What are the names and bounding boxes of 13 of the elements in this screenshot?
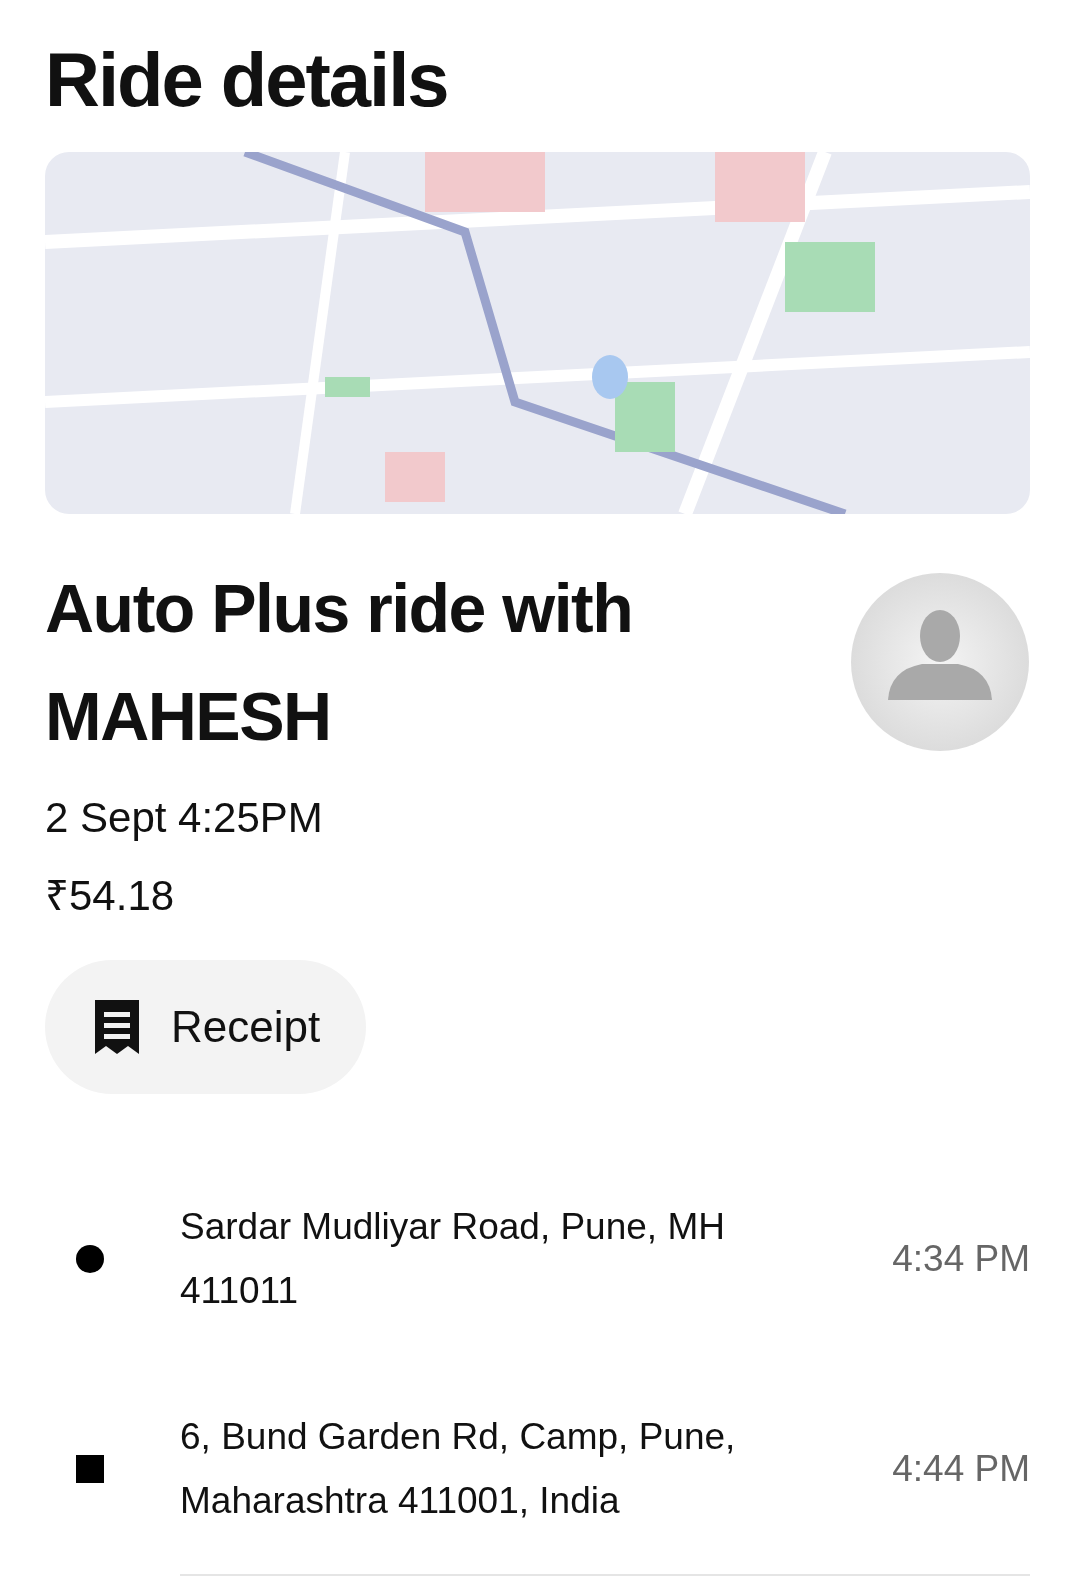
receipt-icon bbox=[95, 1000, 139, 1054]
dropoff-square-icon bbox=[76, 1455, 104, 1483]
receipt-button[interactable]: Receipt bbox=[45, 960, 367, 1094]
stop-time: 4:44 PM bbox=[892, 1448, 1030, 1490]
pickup-dot-icon bbox=[75, 1244, 105, 1274]
page-title: Ride details bbox=[45, 36, 449, 124]
ride-heading: Auto Plus ride with MAHESH bbox=[45, 569, 634, 756]
stop-time: 4:34 PM bbox=[892, 1238, 1030, 1280]
stop-address: Sardar Mudliyar Road, Pune, MH 411011 bbox=[180, 1205, 726, 1313]
avatar-icon bbox=[850, 572, 1030, 752]
ride-fare: ₹54.18 bbox=[45, 871, 176, 921]
stop-address: 6, Bund Garden Rd, Camp, Pune, Maharashtra 411001, India bbox=[180, 1415, 737, 1523]
ride-date: 2 Sept 4:25PM bbox=[45, 793, 324, 843]
